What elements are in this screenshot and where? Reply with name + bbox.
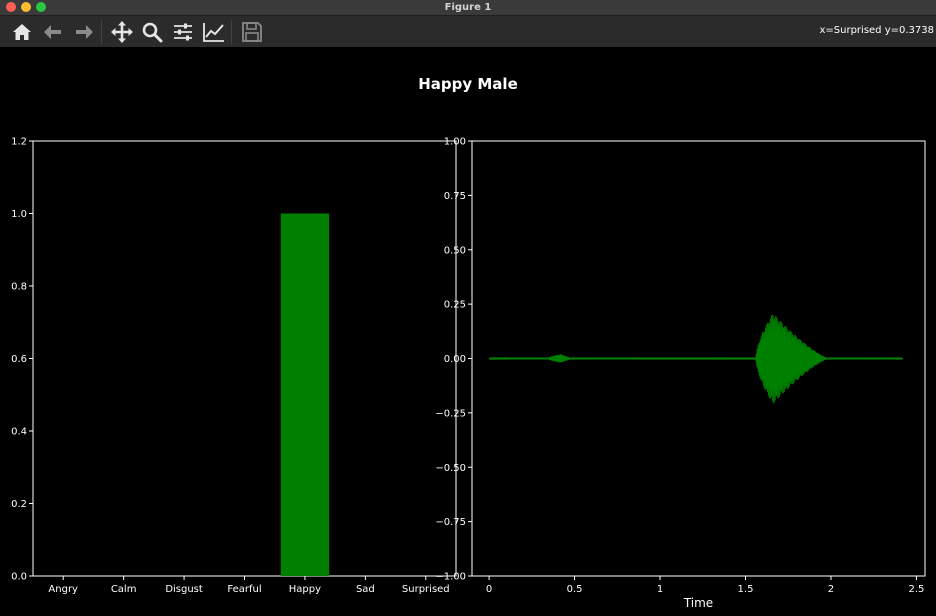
x-axis-label: Time [683,596,713,610]
x-tick-label: 0 [486,584,492,595]
forward-arrow-icon [76,25,93,39]
subplots-config-icon [174,23,192,41]
edit-axes-button[interactable] [202,20,226,44]
y-tick-label: 1.2 [11,137,27,148]
y-tick-label: −0.75 [435,517,466,528]
x-tick-label: 0.5 [567,584,583,595]
toolbar-separator [231,20,232,44]
x-tick-label: Angry [48,584,78,595]
y-tick-label: 1.00 [444,137,466,148]
y-tick-label: 0.2 [11,499,27,510]
emotion-bar-chart: 0.0 0.2 0.4 0.6 0.8 1.0 1.2 Angry Calm Disgust Fea… [11,137,457,595]
x-tick-label: 2.5 [908,584,924,595]
pan-button[interactable] [110,20,134,44]
cursor-coordinates: x=Surprised y=0.3738 [819,25,934,36]
edit-axes-icon [203,23,224,42]
x-tick-label: Happy [289,584,321,595]
y-tick-label: 1.0 [11,209,27,220]
y-tick-label: −0.25 [435,408,466,419]
home-button[interactable] [10,20,34,44]
figure-canvas[interactable]: 0.0 0.2 0.4 0.6 0.8 1.0 1.2 Angry Calm Disgust Fea… [0,47,936,616]
y-tick-label: −0.50 [435,463,466,474]
home-icon [13,24,31,40]
back-button[interactable] [41,20,65,44]
y-tick-label: 0.25 [444,300,466,311]
forward-button[interactable] [72,20,96,44]
window-title: Figure 1 [444,2,492,13]
y-tick-label: −1.00 [435,572,466,583]
pan-icon [111,21,133,43]
back-arrow-icon [44,25,61,39]
x-tick-label: Fearful [227,584,261,595]
toolbar-separator [101,20,102,44]
save-icon [242,22,262,42]
axes-frame [32,140,457,577]
x-tick-label: 1.5 [738,584,754,595]
y-tick-label: 0.6 [11,354,27,365]
y-tick-label: 0.8 [11,282,27,293]
x-tick-label: Calm [111,584,137,595]
x-tick-label: 1 [657,584,663,595]
zoom-button[interactable] [140,20,164,44]
y-tick-label: 0.4 [11,427,27,438]
window-titlebar: Figure 1 [0,0,936,16]
x-tick-label: Sad [356,584,375,595]
y-tick-label: 0.50 [444,245,466,256]
waveform-chart: −1.00−0.75−0.50−0.250.000.250.500.751.00… [435,137,926,610]
waveform-line [488,314,904,404]
y-tick-label: 0.0 [11,572,27,583]
configure-subplots-button[interactable] [171,20,195,44]
x-tick-label: Surprised [402,584,450,595]
x-tick-label: Disgust [165,584,203,595]
bar-happy [280,213,330,576]
navigation-toolbar: x=Surprised y=0.3738 [0,16,936,47]
zoom-icon [142,22,163,43]
save-button[interactable] [240,20,264,44]
y-tick-label: 0.00 [444,354,466,365]
y-tick-label: 0.75 [444,191,466,202]
x-tick-label: 2 [828,584,834,595]
